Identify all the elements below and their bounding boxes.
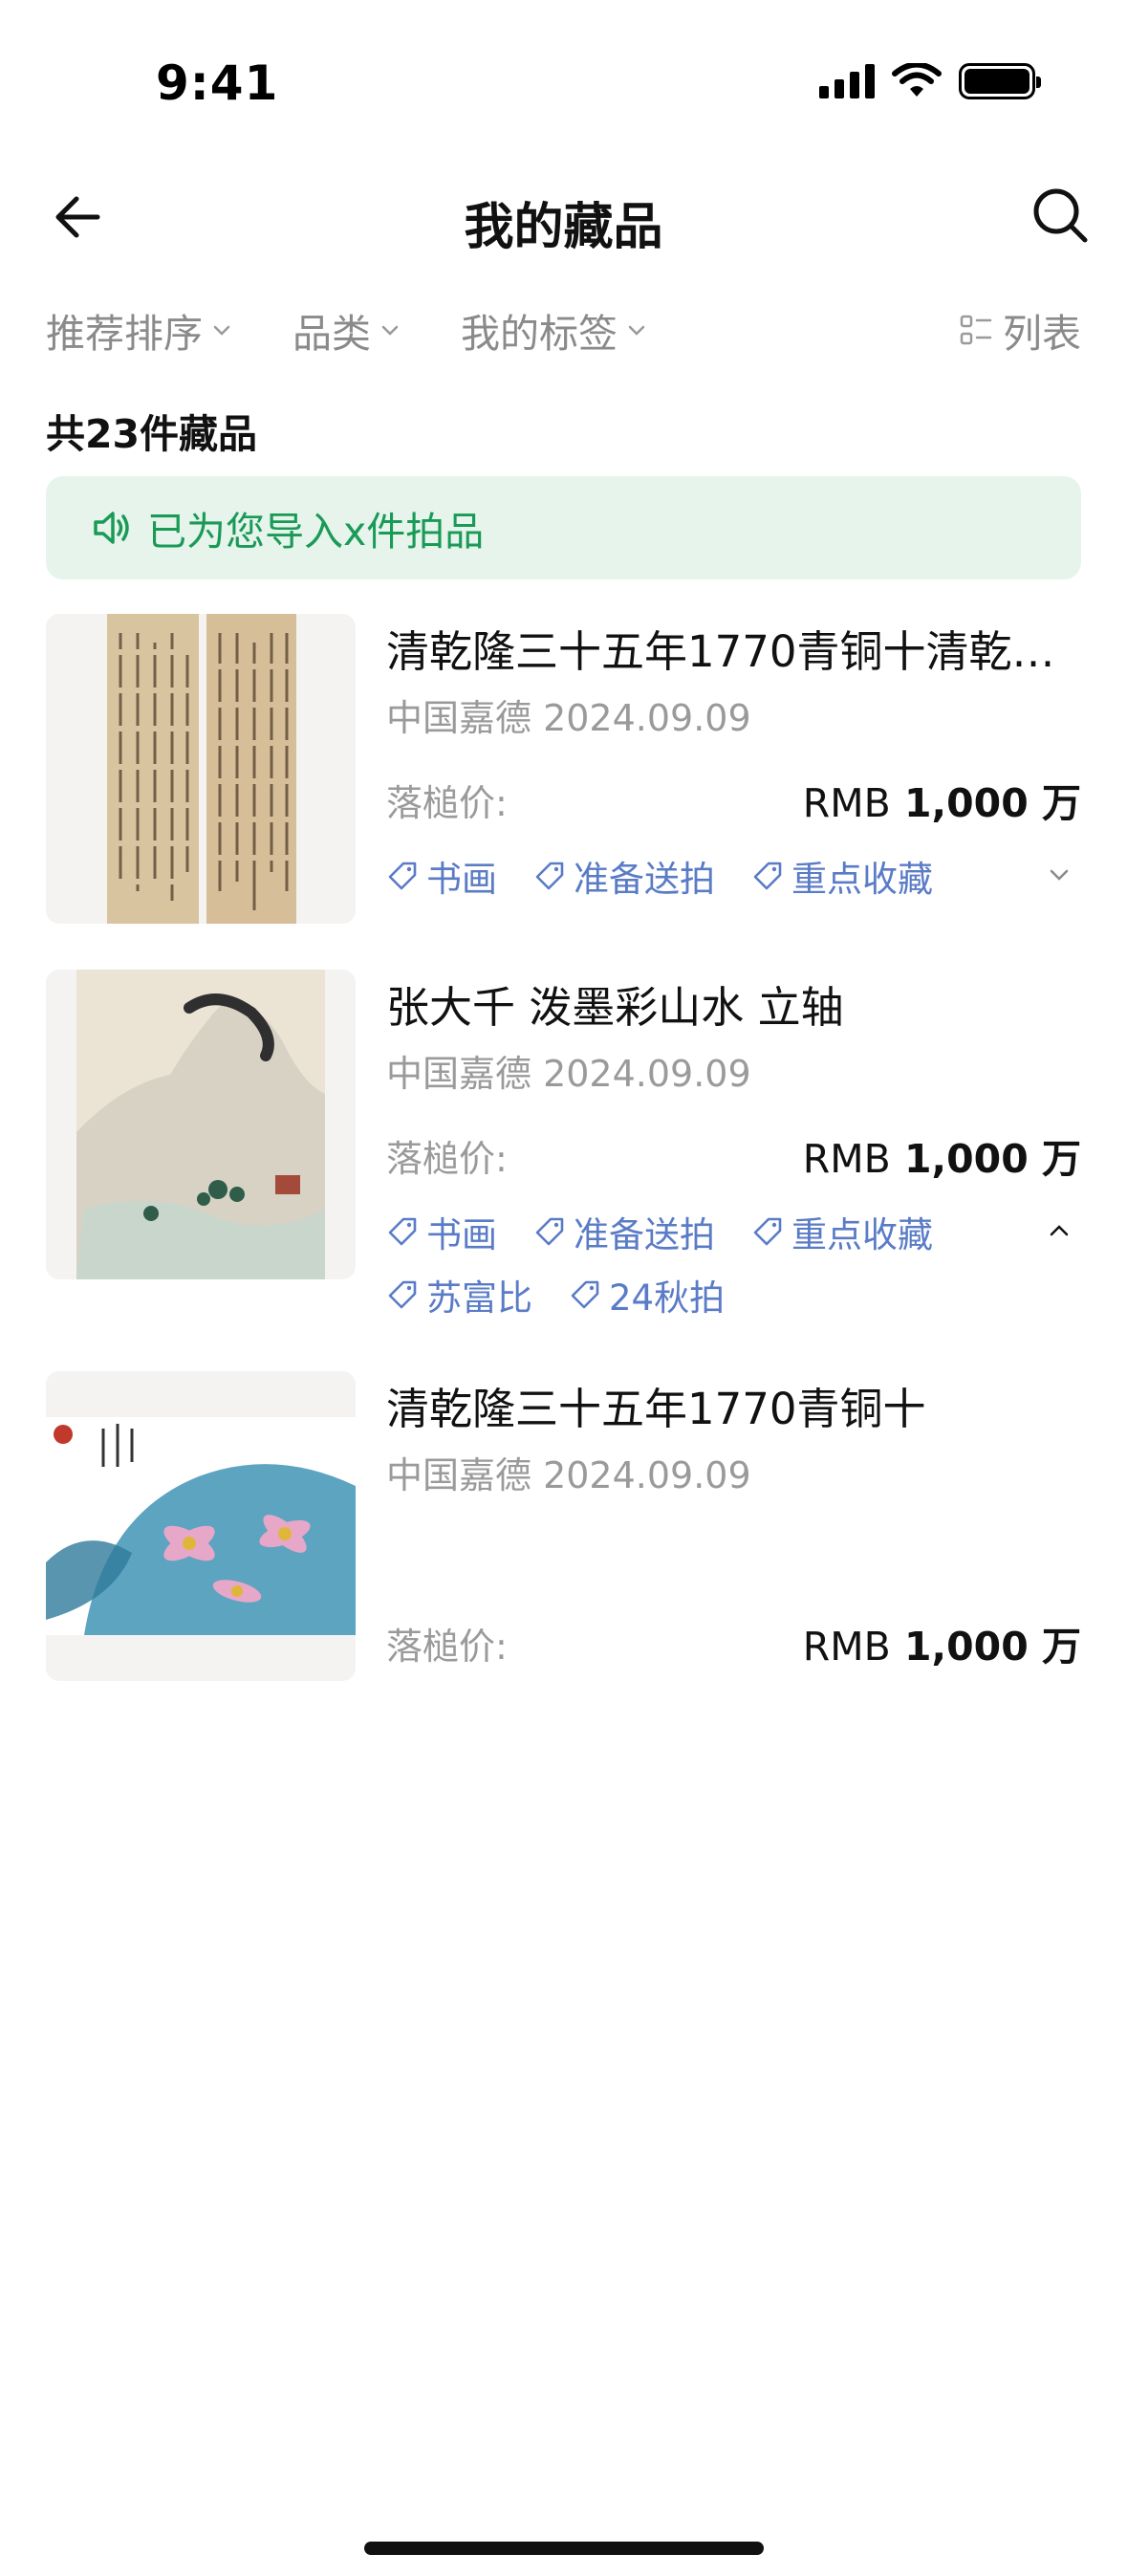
sort-filter[interactable]: 推荐排序: [46, 301, 233, 359]
tag-chip[interactable]: 准备送拍: [533, 1205, 715, 1258]
price-amount: 1,000 万: [904, 1136, 1081, 1182]
view-mode-toggle[interactable]: 列表: [959, 301, 1081, 359]
tag-icon: [388, 1280, 417, 1309]
chevron-down-icon: [213, 325, 230, 336]
tag-icon: [753, 1217, 782, 1246]
price-label: 落槌价:: [386, 781, 508, 824]
landscape-painting-image: [46, 970, 356, 1279]
price-value: RMB 1,000 万: [803, 1614, 1081, 1671]
tag-icon: [388, 1217, 417, 1246]
list-item[interactable]: 清乾隆三十五年1770青铜十清乾隆三十五年1770青铜十 中国嘉德 2024.0…: [46, 614, 1081, 924]
tag-icon: [388, 862, 417, 890]
tag-icon: [535, 1217, 564, 1246]
chevron-down-icon: [628, 325, 645, 336]
tags-filter[interactable]: 我的标签: [461, 301, 648, 359]
item-title: 清乾隆三十五年1770青铜十清乾隆三十五年1770青铜十: [386, 626, 1081, 677]
battery-icon: [959, 63, 1041, 99]
tag-chip[interactable]: 准备送拍: [533, 849, 715, 903]
price-currency: RMB: [802, 1624, 891, 1670]
tag-icon: [753, 862, 782, 890]
price-currency: RMB: [802, 780, 891, 826]
category-filter[interactable]: 品类: [293, 301, 401, 359]
speaker-icon: [94, 512, 129, 544]
collection-count: 共23件藏品: [46, 411, 258, 457]
flower-painting-image: [46, 1371, 356, 1681]
tag-icon: [571, 1280, 599, 1309]
view-mode-label: 列表: [1003, 311, 1081, 357]
nav-bar: 我的藏品: [0, 167, 1127, 273]
list-view-icon: [960, 315, 992, 345]
search-icon[interactable]: [1029, 185, 1091, 246]
item-title: 清乾隆三十五年1770青铜十: [386, 1384, 926, 1434]
tag-label: 书画: [426, 1214, 497, 1255]
item-meta: 中国嘉德 2024.09.09: [386, 1454, 751, 1496]
price-amount: 1,000 万: [904, 1624, 1081, 1670]
tag-chip[interactable]: 书画: [386, 1205, 497, 1258]
item-info: 清乾隆三十五年1770青铜十清乾隆三十五年1770青铜十 中国嘉德 2024.0…: [386, 614, 1081, 903]
home-indicator: [364, 2542, 764, 2555]
list-item[interactable]: 清乾隆三十五年1770青铜十 中国嘉德 2024.09.09 落槌价: RMB …: [46, 1371, 1081, 1681]
tag-label: 准备送拍: [574, 859, 715, 900]
cellular-signal-icon: [819, 64, 875, 98]
price-label: 落槌价:: [386, 1137, 508, 1180]
tag-chip[interactable]: 重点收藏: [751, 849, 933, 903]
tag-icon: [535, 862, 564, 890]
tag-label: 苏富比: [426, 1277, 532, 1319]
tag-label: 准备送拍: [574, 1214, 715, 1255]
sort-filter-label: 推荐排序: [46, 311, 203, 357]
item-info: 清乾隆三十五年1770青铜十 中国嘉德 2024.09.09 落槌价: RMB …: [386, 1371, 1081, 1671]
tag-chip[interactable]: 重点收藏: [751, 1205, 933, 1258]
status-bar: 9:41: [0, 0, 1127, 167]
list-item[interactable]: 张大千 泼墨彩山水 立轴 中国嘉德 2024.09.09 落槌价: RMB 1,…: [46, 970, 1081, 1333]
tag-chip[interactable]: 书画: [386, 849, 497, 903]
tag-label: 书画: [426, 859, 497, 900]
price-amount: 1,000 万: [904, 780, 1081, 826]
tags-filter-label: 我的标签: [461, 311, 618, 357]
wifi-icon: [892, 63, 942, 97]
tag-chip[interactable]: 苏富比: [386, 1268, 532, 1321]
import-notice-text: 已为您导入x件拍品: [147, 509, 485, 555]
price-value: RMB 1,000 万: [803, 771, 1081, 828]
price-row: 落槌价: RMB 1,000 万: [386, 771, 1081, 828]
calligraphy-image: [46, 614, 356, 924]
status-time: 9:41: [156, 55, 279, 111]
chevron-up-icon[interactable]: [1045, 1216, 1073, 1245]
tag-chip[interactable]: 24秋拍: [569, 1268, 725, 1321]
price-label: 落槌价:: [386, 1625, 508, 1668]
item-meta: 中国嘉德 2024.09.09: [386, 1053, 751, 1095]
category-filter-label: 品类: [293, 311, 371, 357]
price-value: RMB 1,000 万: [803, 1126, 1081, 1184]
chevron-down-icon[interactable]: [1045, 861, 1073, 889]
status-icons: [819, 63, 1041, 99]
tag-label: 重点收藏: [791, 1214, 933, 1255]
chevron-down-icon: [381, 325, 399, 336]
price-row: 落槌价: RMB 1,000 万: [386, 1126, 1081, 1184]
item-info: 张大千 泼墨彩山水 立轴 中国嘉德 2024.09.09 落槌价: RMB 1,…: [386, 970, 1081, 1321]
page-title: 我的藏品: [464, 199, 663, 256]
filter-bar: 推荐排序 品类 我的标签 列表: [46, 296, 1081, 363]
tags-row: 书画 准备送拍 重点收藏 苏富比 24秋拍: [386, 1205, 1081, 1321]
price-row: 落槌价: RMB 1,000 万: [386, 1614, 1081, 1671]
tag-label: 重点收藏: [791, 859, 933, 900]
item-meta: 中国嘉德 2024.09.09: [386, 697, 751, 739]
price-currency: RMB: [802, 1136, 891, 1182]
item-title: 张大千 泼墨彩山水 立轴: [386, 982, 844, 1033]
import-notice: 已为您导入x件拍品: [46, 476, 1081, 579]
tag-label: 24秋拍: [609, 1277, 726, 1319]
tags-row: 书画 准备送拍 重点收藏: [386, 849, 1081, 903]
